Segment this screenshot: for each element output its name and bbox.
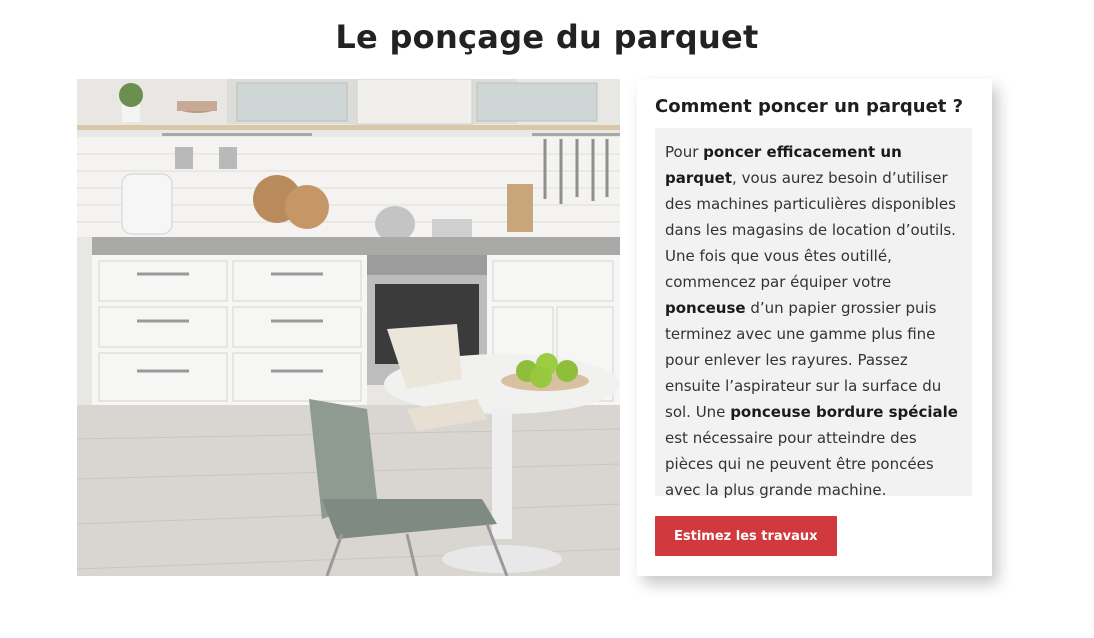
body-bold-text: ponceuse bordure spéciale <box>730 403 958 421</box>
body-text: Pour <box>665 143 704 161</box>
card-body-text: Pour poncer efficacement un parquet, vou… <box>655 128 972 499</box>
info-card: Comment poncer un parquet ? Pour poncer … <box>637 79 992 576</box>
body-text: Une fois que vous êtes outillé, commence… <box>665 247 892 291</box>
card-heading: Comment poncer un parquet ? <box>655 96 964 117</box>
estimate-button[interactable]: Estimez les travaux <box>655 516 837 556</box>
body-bold-text: ponceuse <box>665 299 746 317</box>
kitchen-photo <box>77 79 620 576</box>
body-text: est nécessaire pour atteindre des pièces… <box>665 429 934 499</box>
page-title: Le ponçage du parquet <box>335 18 759 56</box>
